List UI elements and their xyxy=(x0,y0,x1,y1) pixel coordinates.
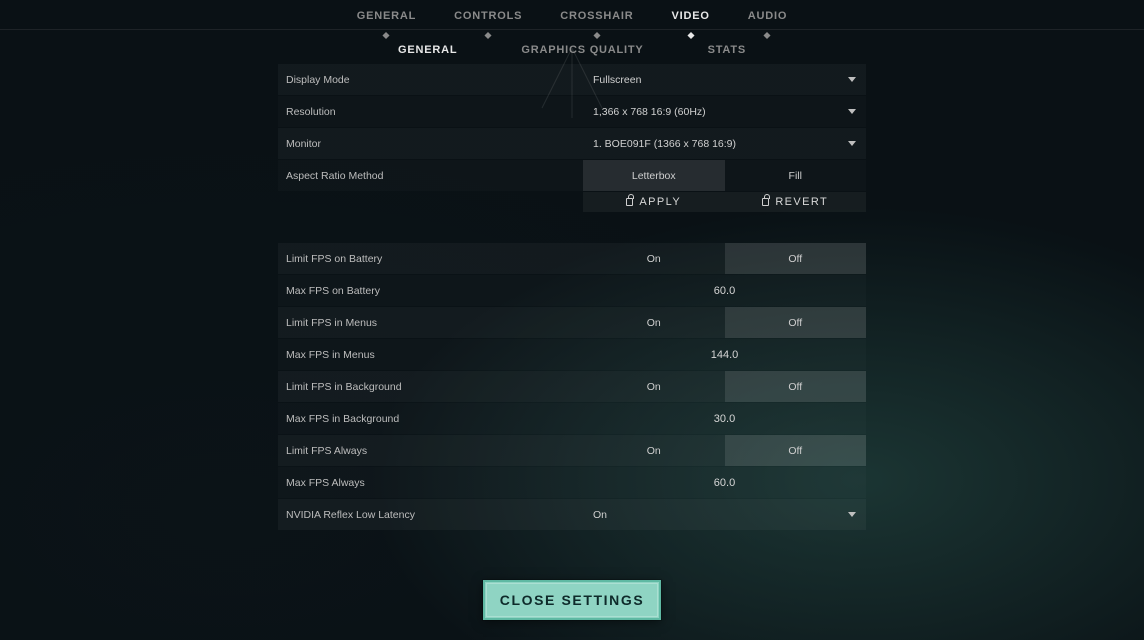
secondary-tab-bar: GENERAL GRAPHICS QUALITY STATS xyxy=(0,30,1144,64)
label-max-fps-battery: Max FPS on Battery xyxy=(278,285,583,297)
value-max-fps-battery[interactable]: 60.0 xyxy=(583,275,866,306)
label-max-fps-always: Max FPS Always xyxy=(278,477,583,489)
tab-controls[interactable]: CONTROLS xyxy=(454,10,522,29)
option-fill[interactable]: Fill xyxy=(725,160,867,191)
option-off[interactable]: Off xyxy=(725,307,867,338)
label-limit-fps-menus: Limit FPS in Menus xyxy=(278,317,583,329)
lock-icon xyxy=(762,198,769,206)
row-monitor: Monitor 1. BOE091F (1366 x 768 16:9) xyxy=(278,128,866,159)
label-limit-fps-background: Limit FPS in Background xyxy=(278,381,583,393)
lock-icon xyxy=(626,198,633,206)
option-off[interactable]: Off xyxy=(725,435,867,466)
subtab-graphics-quality[interactable]: GRAPHICS QUALITY xyxy=(521,44,643,56)
row-limit-fps-background: Limit FPS in Background On Off xyxy=(278,371,866,402)
label-display-mode: Display Mode xyxy=(278,74,583,86)
dropdown-nvidia-reflex[interactable]: On xyxy=(583,499,866,530)
label-limit-fps-battery: Limit FPS on Battery xyxy=(278,253,583,265)
dropdown-display-mode[interactable]: Fullscreen xyxy=(583,64,866,95)
tab-audio[interactable]: AUDIO xyxy=(748,10,787,29)
value-max-fps-background[interactable]: 30.0 xyxy=(583,403,866,434)
option-off[interactable]: Off xyxy=(725,371,867,402)
tab-general[interactable]: GENERAL xyxy=(357,10,416,29)
toggle-limit-fps-background: On Off xyxy=(583,371,866,402)
value-max-fps-always[interactable]: 60.0 xyxy=(583,467,866,498)
dropdown-monitor[interactable]: 1. BOE091F (1366 x 768 16:9) xyxy=(583,128,866,159)
row-apply-revert: APPLY REVERT xyxy=(583,192,866,212)
row-limit-fps-menus: Limit FPS in Menus On Off xyxy=(278,307,866,338)
row-limit-fps-always: Limit FPS Always On Off xyxy=(278,435,866,466)
option-off[interactable]: Off xyxy=(725,243,867,274)
chevron-down-icon xyxy=(848,512,856,517)
option-letterbox[interactable]: Letterbox xyxy=(583,160,725,191)
tab-crosshair[interactable]: CROSSHAIR xyxy=(560,10,633,29)
close-settings-button[interactable]: CLOSE SETTINGS xyxy=(483,580,661,620)
settings-panel: Display Mode Fullscreen Resolution 1,366… xyxy=(278,64,866,530)
toggle-limit-fps-battery: On Off xyxy=(583,243,866,274)
toggle-limit-fps-always: On Off xyxy=(583,435,866,466)
row-nvidia-reflex: NVIDIA Reflex Low Latency On xyxy=(278,499,866,530)
label-limit-fps-always: Limit FPS Always xyxy=(278,445,583,457)
apply-label: APPLY xyxy=(639,196,681,208)
label-max-fps-menus: Max FPS in Menus xyxy=(278,349,583,361)
toggle-limit-fps-menus: On Off xyxy=(583,307,866,338)
chevron-down-icon xyxy=(848,77,856,82)
value-resolution: 1,366 x 768 16:9 (60Hz) xyxy=(593,106,706,118)
value-max-fps-menus[interactable]: 144.0 xyxy=(583,339,866,370)
value-display-mode: Fullscreen xyxy=(593,74,641,86)
tab-video[interactable]: VIDEO xyxy=(672,10,710,29)
option-on[interactable]: On xyxy=(583,243,725,274)
row-max-fps-background: Max FPS in Background 30.0 xyxy=(278,403,866,434)
label-max-fps-background: Max FPS in Background xyxy=(278,413,583,425)
option-on[interactable]: On xyxy=(583,371,725,402)
value-nvidia-reflex: On xyxy=(593,509,607,521)
subtab-general[interactable]: GENERAL xyxy=(398,44,457,56)
row-resolution: Resolution 1,366 x 768 16:9 (60Hz) xyxy=(278,96,866,127)
subtab-stats[interactable]: STATS xyxy=(708,44,746,56)
chevron-down-icon xyxy=(848,109,856,114)
section-gap xyxy=(278,213,866,243)
option-on[interactable]: On xyxy=(583,435,725,466)
value-monitor: 1. BOE091F (1366 x 768 16:9) xyxy=(593,138,736,150)
revert-button[interactable]: REVERT xyxy=(725,192,867,212)
row-max-fps-always: Max FPS Always 60.0 xyxy=(278,467,866,498)
row-display-mode: Display Mode Fullscreen xyxy=(278,64,866,95)
row-max-fps-menus: Max FPS in Menus 144.0 xyxy=(278,339,866,370)
label-resolution: Resolution xyxy=(278,106,583,118)
dropdown-resolution[interactable]: 1,366 x 768 16:9 (60Hz) xyxy=(583,96,866,127)
close-button-wrap: CLOSE SETTINGS xyxy=(483,580,661,620)
option-on[interactable]: On xyxy=(583,307,725,338)
label-monitor: Monitor xyxy=(278,138,583,150)
row-limit-fps-battery: Limit FPS on Battery On Off xyxy=(278,243,866,274)
label-aspect-ratio: Aspect Ratio Method xyxy=(278,170,583,182)
primary-tab-bar: GENERAL CONTROLS CROSSHAIR VIDEO AUDIO xyxy=(0,0,1144,30)
label-nvidia-reflex: NVIDIA Reflex Low Latency xyxy=(278,509,583,521)
chevron-down-icon xyxy=(848,141,856,146)
apply-button[interactable]: APPLY xyxy=(583,192,725,212)
row-aspect-ratio: Aspect Ratio Method Letterbox Fill xyxy=(278,160,866,191)
revert-label: REVERT xyxy=(775,196,828,208)
toggle-aspect-ratio: Letterbox Fill xyxy=(583,160,866,191)
row-max-fps-battery: Max FPS on Battery 60.0 xyxy=(278,275,866,306)
